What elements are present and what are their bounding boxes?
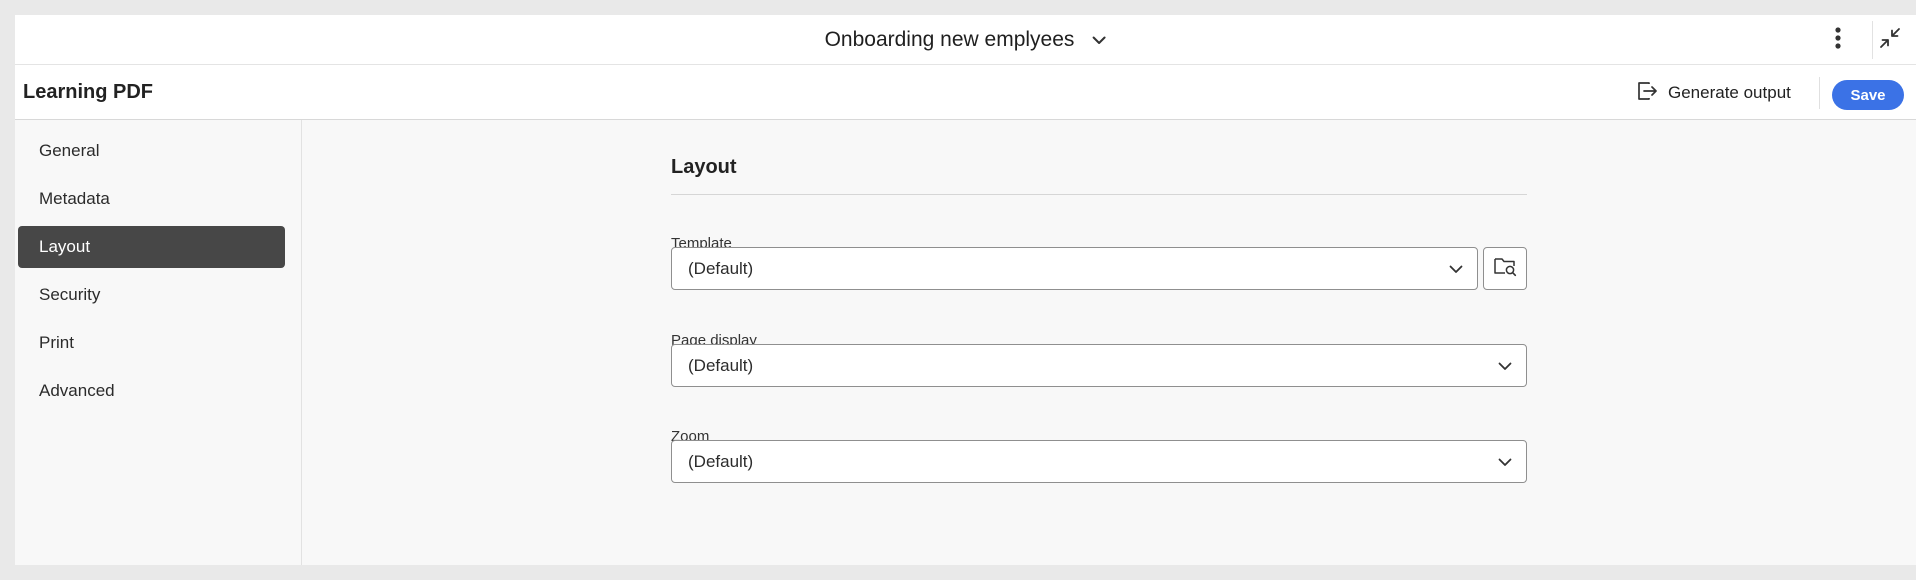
template-value: (Default) <box>688 258 754 278</box>
app-window: Onboarding new emplyees Learning PDF Gen… <box>15 15 1916 565</box>
generate-output-label: Generate output <box>1668 83 1791 102</box>
zoom-value: (Default) <box>688 451 754 471</box>
app-title: Learning PDF <box>23 81 154 103</box>
page-display-select[interactable]: (Default) <box>671 344 1527 387</box>
sidebar-item-advanced[interactable]: Advanced <box>18 370 285 412</box>
sidebar: General Metadata Layout Security Print A… <box>15 120 302 565</box>
chevron-down-icon <box>1498 356 1512 376</box>
document-title-dropdown[interactable]: Onboarding new emplyees <box>825 15 1107 65</box>
sidebar-item-print[interactable]: Print <box>18 322 285 364</box>
sidebar-item-label: Layout <box>39 237 91 256</box>
sidebar-item-label: Security <box>39 285 101 304</box>
sidebar-item-label: Metadata <box>39 189 110 208</box>
divider <box>1819 77 1820 109</box>
chevron-down-icon <box>1092 36 1106 45</box>
export-icon <box>1636 80 1658 107</box>
sub-header: Learning PDF Generate output Save <box>15 65 1916 120</box>
zoom-select[interactable]: (Default) <box>671 440 1527 483</box>
sidebar-item-label: Print <box>39 333 74 352</box>
section-divider <box>671 194 1527 195</box>
top-bar: Onboarding new emplyees <box>15 15 1916 65</box>
section-title: Layout <box>671 156 737 178</box>
sidebar-item-metadata[interactable]: Metadata <box>18 178 285 220</box>
browse-template-button[interactable] <box>1483 247 1527 290</box>
divider <box>1872 21 1873 59</box>
save-button[interactable]: Save <box>1832 80 1904 110</box>
template-select[interactable]: (Default) <box>671 247 1478 290</box>
generate-output-button[interactable]: Generate output <box>1636 77 1791 109</box>
sidebar-item-layout[interactable]: Layout <box>18 226 285 268</box>
more-vertical-icon <box>1835 26 1841 54</box>
folder-search-icon <box>1493 255 1517 282</box>
chevron-down-icon <box>1449 259 1463 279</box>
document-title: Onboarding new emplyees <box>824 28 1075 51</box>
sidebar-item-label: Advanced <box>39 381 115 400</box>
sidebar-item-security[interactable]: Security <box>18 274 285 316</box>
sidebar-item-label: General <box>39 141 100 160</box>
collapse-icon <box>1878 26 1902 55</box>
sidebar-item-general[interactable]: General <box>18 130 285 172</box>
collapse-button[interactable] <box>1878 25 1908 55</box>
more-options-button[interactable] <box>1823 25 1853 55</box>
page-display-value: (Default) <box>688 355 754 375</box>
chevron-down-icon <box>1498 452 1512 472</box>
